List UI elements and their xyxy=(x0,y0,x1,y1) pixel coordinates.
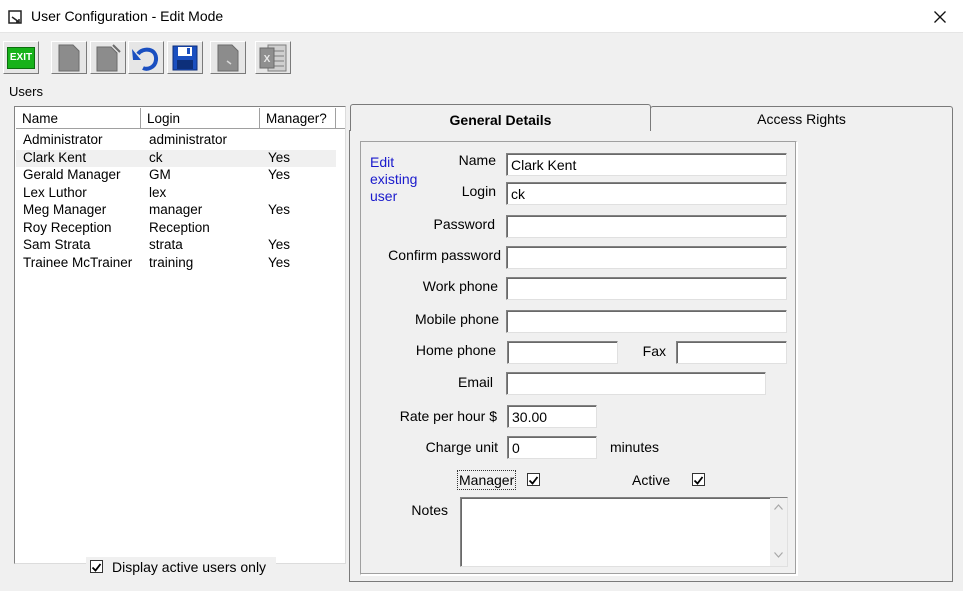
excel-icon-label: X xyxy=(264,54,271,65)
user-login: strata xyxy=(149,237,183,252)
charge-unit-field[interactable]: 0 xyxy=(507,436,597,459)
work-phone-label: Work phone xyxy=(422,278,498,294)
user-login: administrator xyxy=(149,132,228,147)
scroll-up-arrow-icon[interactable] xyxy=(774,504,783,510)
exit-icon: EXIT xyxy=(7,46,35,69)
minutes-label: minutes xyxy=(610,439,660,455)
tab-access-rights[interactable]: Access Rights xyxy=(650,106,953,131)
checkmark-icon xyxy=(693,476,704,485)
email-field[interactable] xyxy=(506,372,766,395)
name-field[interactable]: Clark Kent xyxy=(506,153,787,176)
user-manager: Yes xyxy=(268,254,291,270)
table-row-selected[interactable]: Clark Kent ck Yes xyxy=(16,149,336,167)
table-row[interactable]: Administrator administrator xyxy=(16,132,336,150)
user-name: Roy Reception xyxy=(23,219,112,235)
tab-general-details[interactable]: General Details xyxy=(350,104,651,131)
user-name: Sam Strata xyxy=(23,237,91,252)
column-header-login[interactable]: Login xyxy=(141,108,260,129)
column-header-manager[interactable]: Manager? xyxy=(260,108,336,129)
table-row[interactable]: Sam Strata strata Yes xyxy=(16,237,336,255)
password-field[interactable] xyxy=(506,215,787,238)
notes-label: Notes xyxy=(411,502,448,518)
exit-button[interactable]: EXIT xyxy=(3,41,39,74)
copy-document-icon xyxy=(96,43,121,71)
table-row[interactable]: Lex Luthor lex xyxy=(16,185,336,203)
new-button[interactable] xyxy=(51,41,87,74)
close-icon xyxy=(934,10,946,23)
password-label: Password xyxy=(433,216,495,232)
confirm-password-label: Confirm password xyxy=(388,247,501,263)
user-name: Gerald Manager xyxy=(23,167,121,182)
work-phone-field[interactable] xyxy=(506,277,787,300)
app-icon xyxy=(8,9,24,25)
scroll-down-arrow-icon[interactable] xyxy=(774,552,783,558)
delete-document-icon xyxy=(217,44,239,71)
user-manager: Yes xyxy=(268,202,291,217)
notes-scrollbar[interactable] xyxy=(770,498,787,566)
export-excel-button[interactable]: X xyxy=(255,41,291,74)
users-label: Users xyxy=(9,84,43,99)
fax-field[interactable] xyxy=(676,341,787,364)
new-document-icon xyxy=(58,44,80,71)
manager-checkbox[interactable] xyxy=(527,473,540,486)
user-name: Clark Kent xyxy=(23,149,87,165)
user-login: GM xyxy=(149,167,171,182)
email-label: Email xyxy=(457,374,493,390)
excel-icon: X xyxy=(259,44,287,71)
login-label: Login xyxy=(461,183,496,199)
table-row[interactable]: Gerald Manager GM Yes xyxy=(16,167,336,185)
user-name: Lex Luthor xyxy=(23,184,87,200)
charge-unit-label: Charge unit xyxy=(425,439,498,455)
column-header-filler xyxy=(336,108,345,129)
exit-label: EXIT xyxy=(9,52,33,63)
user-login: Reception xyxy=(149,219,210,235)
user-name: Administrator xyxy=(23,132,103,147)
user-login: lex xyxy=(149,184,167,200)
user-manager: Yes xyxy=(268,167,291,182)
login-field[interactable]: ck xyxy=(506,182,787,205)
active-label: Active xyxy=(632,472,671,488)
home-phone-label: Home phone xyxy=(415,342,496,358)
save-button[interactable] xyxy=(167,41,203,74)
save-floppy-icon xyxy=(172,45,198,70)
name-label: Name xyxy=(458,152,496,168)
table-row[interactable]: Roy Reception Reception xyxy=(16,220,336,238)
manager-label: Manager xyxy=(457,470,517,490)
undo-icon xyxy=(132,47,158,71)
display-active-users-checkbox[interactable] xyxy=(90,560,103,573)
user-login: manager xyxy=(149,202,203,217)
user-name: Meg Manager xyxy=(23,202,107,217)
active-checkbox[interactable] xyxy=(692,473,705,486)
undo-button[interactable] xyxy=(128,41,164,74)
table-row[interactable]: Meg Manager manager Yes xyxy=(16,202,336,220)
copy-button[interactable] xyxy=(90,41,126,74)
table-row[interactable]: Trainee McTrainer training Yes xyxy=(16,255,336,273)
confirm-password-field[interactable] xyxy=(506,246,787,269)
window-title: User Configuration - Edit Mode xyxy=(31,8,224,24)
rate-per-hour-label: Rate per hour $ xyxy=(399,408,497,424)
checkmark-icon xyxy=(528,476,539,485)
close-window-button[interactable] xyxy=(918,1,962,32)
home-phone-field[interactable] xyxy=(507,341,618,364)
checkmark-icon xyxy=(91,563,102,572)
users-list[interactable]: Name Login Manager? Administrator admini… xyxy=(14,106,346,564)
user-login: training xyxy=(149,254,194,270)
mobile-phone-label: Mobile phone xyxy=(414,311,499,327)
user-login: ck xyxy=(149,149,163,165)
column-header-name[interactable]: Name xyxy=(16,108,141,129)
rate-per-hour-field[interactable]: 30.00 xyxy=(507,405,597,428)
display-active-users-label: Display active users only xyxy=(112,559,267,575)
notes-textarea[interactable] xyxy=(460,497,788,567)
fax-label: Fax xyxy=(642,343,666,359)
user-name: Trainee McTrainer xyxy=(23,254,133,270)
user-manager: Yes xyxy=(268,237,291,252)
mobile-phone-field[interactable] xyxy=(506,310,787,333)
delete-button[interactable] xyxy=(210,41,246,74)
user-manager: Yes xyxy=(268,149,291,165)
display-active-users-option[interactable]: Display active users only xyxy=(86,557,276,577)
